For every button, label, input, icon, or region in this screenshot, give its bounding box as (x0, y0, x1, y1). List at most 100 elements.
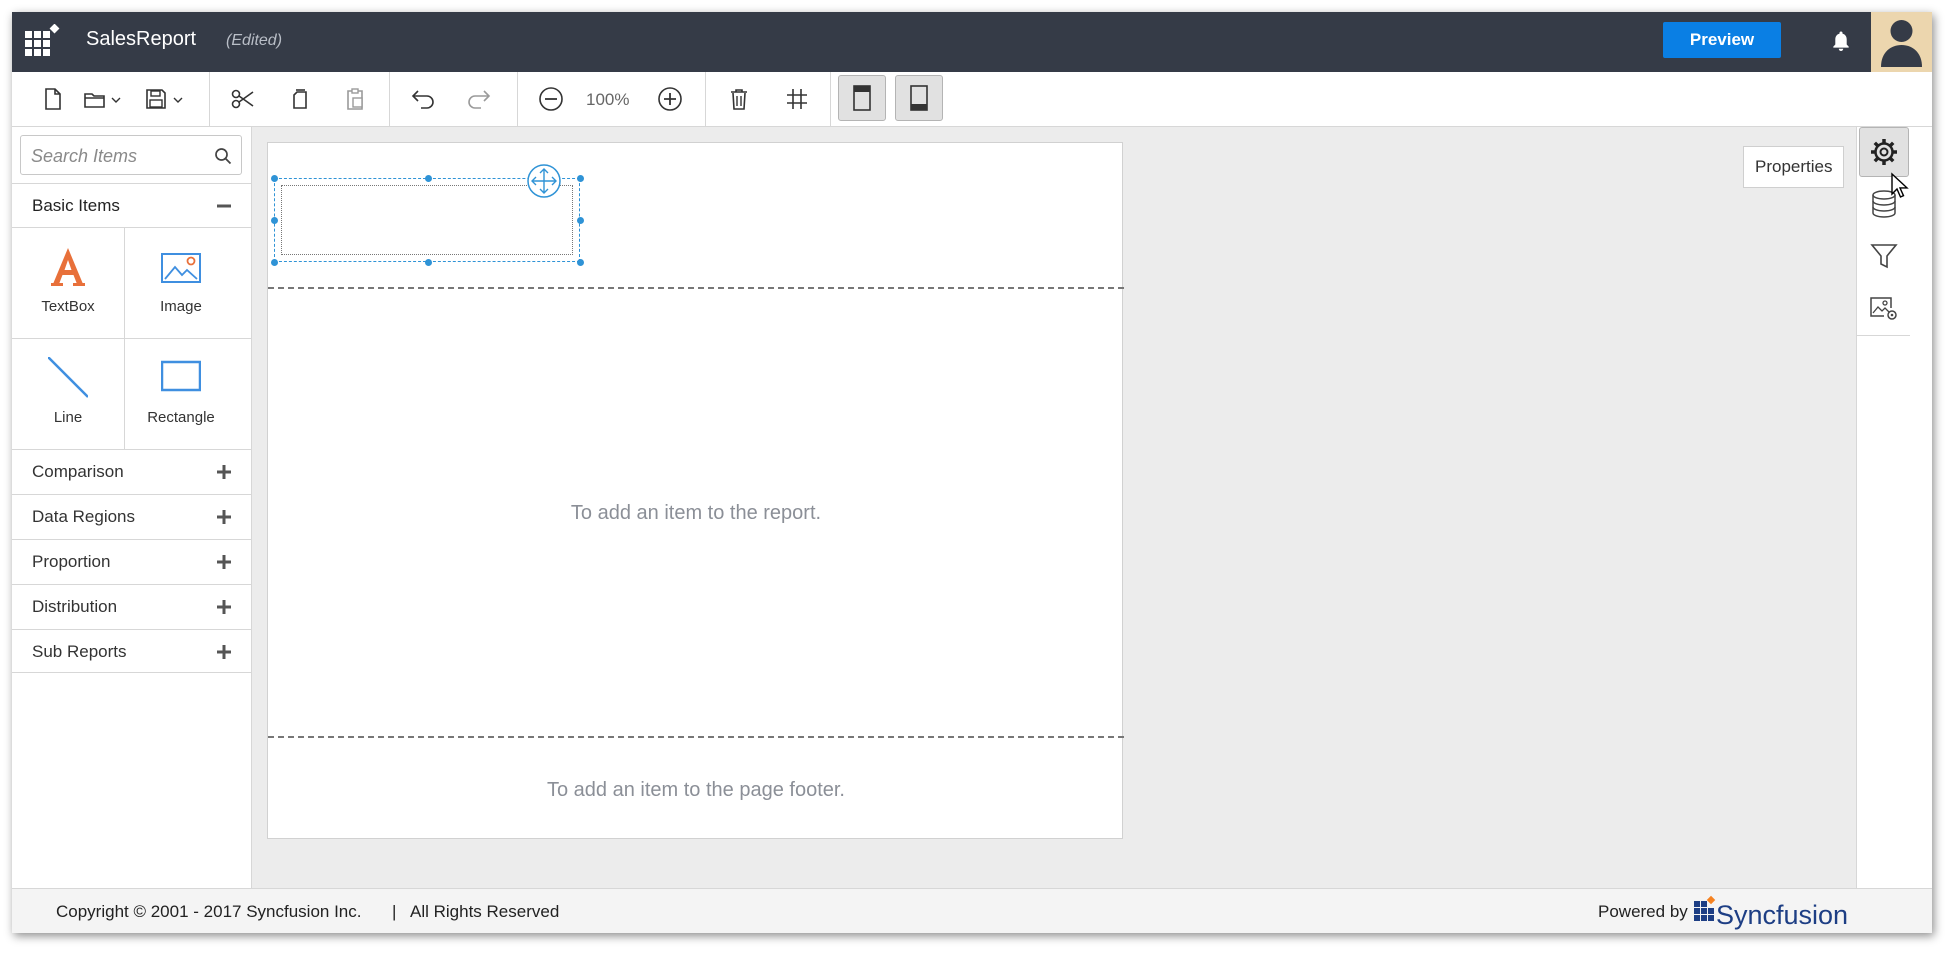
save-report-button[interactable] (144, 85, 190, 113)
item-label: Rectangle (147, 409, 215, 426)
copyright-text: Copyright © 2001 - 2017 Syncfusion Inc. (56, 902, 362, 921)
app-header: SalesReport (Edited) Preview (12, 12, 1932, 72)
report-page[interactable]: To add an item to the report. To add an … (267, 142, 1124, 839)
zoom-in-button[interactable] (655, 85, 685, 113)
toolbar-separator (389, 72, 390, 126)
cut-button[interactable] (228, 85, 258, 113)
user-icon (1881, 20, 1922, 67)
section-basic-items[interactable]: Basic Items (12, 183, 251, 227)
footer-band-divider[interactable] (268, 736, 1124, 738)
plus-icon[interactable] (216, 554, 232, 570)
image-icon (161, 253, 201, 283)
filter-icon (1870, 244, 1898, 269)
image-manager-button[interactable] (1859, 283, 1909, 333)
page-footer-icon (910, 85, 928, 111)
save-icon (146, 89, 183, 109)
line-icon (48, 357, 88, 398)
undo-button[interactable] (408, 85, 438, 113)
toolbar-separator (830, 72, 831, 126)
minus-icon[interactable] (216, 198, 232, 214)
resize-handle[interactable] (425, 259, 432, 266)
section-proportion[interactable]: Proportion (12, 539, 251, 583)
basic-items-grid: TextBox Image Line Rectangle (12, 227, 251, 450)
zoom-out-button[interactable] (536, 85, 566, 113)
gridlines-button[interactable] (782, 85, 812, 113)
cursor-icon (1891, 172, 1909, 198)
filter-button[interactable] (1859, 231, 1909, 281)
trash-icon (731, 89, 747, 110)
paste-button[interactable] (340, 85, 370, 113)
section-label: Comparison (32, 462, 124, 481)
rights-text: All Rights Reserved (410, 902, 560, 921)
new-report-button[interactable] (38, 85, 68, 113)
item-label: TextBox (41, 298, 95, 315)
item-rectangle[interactable]: Rectangle (125, 339, 237, 449)
resize-handle[interactable] (271, 259, 278, 266)
redo-button[interactable] (464, 85, 494, 113)
powered-by-text: Powered by (1598, 902, 1688, 921)
report-body-hint: To add an item to the report. (570, 502, 822, 524)
header-band-divider[interactable] (268, 287, 1124, 289)
svg-text:Syncfusion: Syncfusion (1716, 900, 1848, 930)
properties-button[interactable] (1859, 127, 1909, 177)
footer: Copyright © 2001 - 2017 Syncfusion Inc. … (12, 888, 1932, 933)
item-line[interactable]: Line (12, 339, 124, 449)
resize-handle[interactable] (271, 175, 278, 182)
delete-button[interactable] (724, 85, 754, 113)
report-designer-window: SalesReport (Edited) Preview 100% Search… (12, 12, 1932, 933)
section-label: Basic Items (32, 196, 120, 215)
section-distribution[interactable]: Distribution (12, 584, 251, 628)
page-header-toggle[interactable] (838, 75, 886, 121)
toolbar: 100% (12, 72, 1932, 127)
redo-icon (468, 90, 491, 109)
design-canvas[interactable]: To add an item to the report. To add an … (252, 127, 1856, 888)
search-icon[interactable] (214, 147, 232, 165)
resize-handle[interactable] (271, 217, 278, 224)
zoom-level[interactable]: 100% (586, 90, 629, 110)
resize-handle[interactable] (577, 259, 584, 266)
open-report-button[interactable] (82, 85, 128, 113)
section-data-regions[interactable]: Data Regions (12, 494, 251, 538)
zoom-out-icon (539, 87, 563, 111)
page-header-icon (853, 85, 871, 111)
folder-icon (84, 93, 121, 108)
plus-icon[interactable] (216, 509, 232, 525)
undo-icon (411, 90, 434, 109)
plus-icon[interactable] (216, 599, 232, 615)
copy-button[interactable] (285, 85, 315, 113)
resize-handle[interactable] (425, 175, 432, 182)
syncfusion-logo[interactable]: Syncfusion (1694, 893, 1862, 931)
rectangle-icon (161, 360, 201, 392)
section-label: Sub Reports (32, 642, 127, 661)
item-image[interactable]: Image (125, 228, 237, 338)
paste-icon (347, 88, 363, 110)
textbox-icon (51, 248, 85, 286)
search-input[interactable] (29, 142, 203, 170)
move-handle-icon[interactable] (526, 163, 562, 199)
section-label: Data Regions (32, 507, 136, 526)
section-comparison[interactable]: Comparison (12, 449, 251, 493)
section-label: Proportion (32, 552, 111, 571)
resize-handle[interactable] (577, 175, 584, 182)
image-settings-icon (1870, 297, 1897, 320)
item-textbox[interactable]: TextBox (12, 228, 124, 338)
page-footer-hint: To add an item to the page footer. (547, 779, 845, 801)
right-panel (1856, 127, 1910, 888)
app-grid-icon[interactable] (24, 24, 60, 60)
resize-handle[interactable] (577, 217, 584, 224)
bell-icon[interactable] (1829, 29, 1853, 53)
toolbar-separator (517, 72, 518, 126)
preview-button[interactable]: Preview (1663, 22, 1781, 58)
plus-icon[interactable] (216, 464, 232, 480)
user-avatar[interactable] (1871, 12, 1932, 72)
toolbar-separator (209, 72, 210, 126)
plus-icon[interactable] (216, 644, 232, 660)
gear-icon (1871, 139, 1897, 165)
section-sub-reports[interactable]: Sub Reports (12, 629, 251, 673)
section-label: Distribution (32, 597, 118, 616)
item-label: Image (160, 298, 202, 315)
grid-icon (787, 89, 807, 109)
copy-icon (293, 89, 307, 109)
new-file-icon (45, 88, 61, 110)
page-footer-toggle[interactable] (895, 75, 943, 121)
